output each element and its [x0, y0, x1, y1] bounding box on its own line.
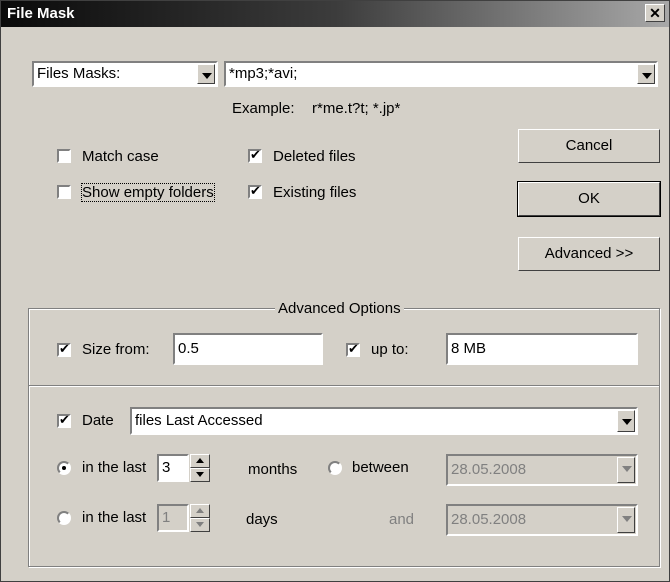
and-date-picker[interactable]: 28.05.2008 [446, 504, 638, 536]
chevron-down-icon[interactable] [617, 457, 635, 483]
cancel-button-label: Cancel [565, 137, 613, 154]
up-to-checkbox[interactable] [346, 341, 360, 357]
title-bar[interactable]: File Mask ✕ [1, 1, 669, 27]
mask-combo[interactable]: *mp3;*avi; [224, 61, 658, 87]
deleted-files-label[interactable]: Deleted files [273, 148, 356, 165]
days-spinner[interactable] [190, 504, 210, 532]
spin-down-icon[interactable] [190, 468, 210, 482]
show-empty-folders-checkbox[interactable] [57, 185, 71, 199]
dialog-title: File Mask [7, 5, 75, 22]
advanced-button-label: Advanced >> [544, 245, 634, 262]
chevron-down-icon[interactable] [637, 64, 655, 84]
months-value: 3 [162, 459, 171, 476]
in-last-months-radio[interactable] [57, 461, 71, 475]
mask-type-value: Files Masks: [37, 65, 121, 82]
match-case-label[interactable]: Match case [82, 148, 159, 165]
in-last-days-radio[interactable] [57, 511, 71, 525]
date-type-value: files Last Accessed [135, 412, 263, 429]
between-date-value: 28.05.2008 [451, 461, 527, 478]
spin-up-icon[interactable] [190, 454, 210, 468]
match-case-checkbox[interactable] [57, 149, 71, 163]
and-label: and [389, 511, 415, 528]
size-from-label[interactable]: Size from: [82, 341, 150, 358]
close-button[interactable]: ✕ [645, 4, 665, 22]
chevron-down-icon[interactable] [617, 507, 635, 533]
days-value: 1 [162, 509, 171, 526]
existing-files-checkbox[interactable] [248, 183, 262, 199]
divider [29, 385, 659, 387]
and-date-value: 28.05.2008 [451, 511, 527, 528]
in-last-months-label[interactable]: in the last [82, 459, 146, 476]
months-label: months [248, 461, 298, 478]
chevron-down-icon[interactable] [617, 410, 635, 432]
date-type-select[interactable]: files Last Accessed [130, 407, 638, 435]
spin-up-icon[interactable] [190, 504, 210, 518]
ok-button[interactable]: OK [517, 181, 661, 217]
date-label[interactable]: Date [82, 412, 114, 429]
close-icon: ✕ [649, 5, 661, 21]
days-label: days [246, 511, 278, 528]
show-empty-folders-label[interactable]: Show empty folders [81, 183, 215, 202]
spin-down-icon[interactable] [190, 518, 210, 532]
date-checkbox[interactable] [57, 412, 71, 428]
deleted-files-checkbox[interactable] [248, 147, 262, 163]
size-from-checkbox[interactable] [57, 341, 71, 357]
file-mask-dialog: File Mask ✕ Files Masks: *mp3;*avi; Exam… [0, 0, 670, 582]
mask-type-select[interactable]: Files Masks: [32, 61, 218, 87]
existing-files-label[interactable]: Existing files [273, 184, 356, 201]
example-label: Example: [232, 100, 295, 117]
size-from-value: 0.5 [178, 340, 199, 357]
up-to-value: 8 MB [451, 340, 487, 357]
example-value: r*me.t?t; *.jp* [312, 100, 401, 117]
advanced-button[interactable]: Advanced >> [518, 237, 660, 271]
days-input[interactable]: 1 [157, 504, 189, 532]
cancel-button[interactable]: Cancel [518, 129, 660, 163]
ok-button-label: OK [578, 190, 600, 207]
advanced-options-title: Advanced Options [275, 300, 404, 317]
up-to-label[interactable]: up to: [371, 341, 409, 358]
months-input[interactable]: 3 [157, 454, 189, 482]
chevron-down-icon[interactable] [197, 64, 215, 84]
between-label[interactable]: between [352, 459, 409, 476]
mask-input[interactable]: *mp3;*avi; [229, 65, 297, 82]
between-radio[interactable] [328, 461, 342, 475]
size-from-input[interactable]: 0.5 [173, 333, 323, 365]
months-spinner[interactable] [190, 454, 210, 482]
between-date-picker[interactable]: 28.05.2008 [446, 454, 638, 486]
up-to-input[interactable]: 8 MB [446, 333, 638, 365]
in-last-days-label[interactable]: in the last [82, 509, 146, 526]
